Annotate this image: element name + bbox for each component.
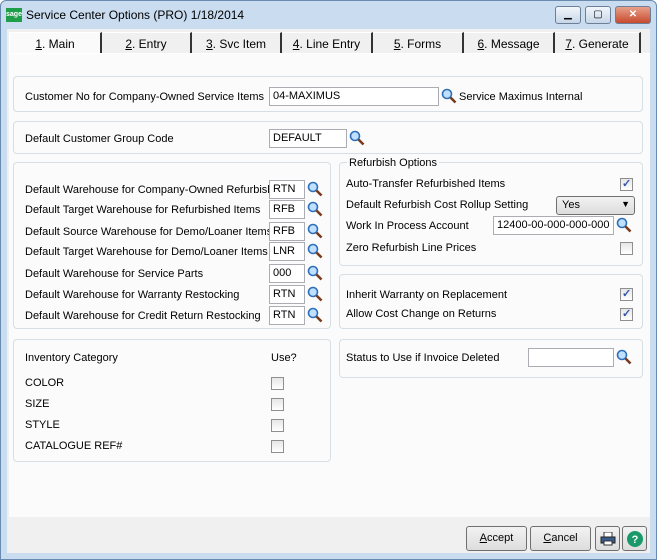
tab-label: . Main: [42, 37, 75, 51]
lookup-warehouse-icon[interactable]: [307, 223, 323, 239]
inventory-use-checkbox[interactable]: [271, 440, 284, 453]
lookup-account-icon[interactable]: [616, 217, 632, 233]
auto-transfer-label: Auto-Transfer Refurbished Items: [346, 178, 506, 190]
inventory-use-checkbox[interactable]: [271, 398, 284, 411]
lookup-group-icon[interactable]: [349, 130, 365, 146]
maximize-button[interactable]: ▢: [585, 6, 611, 24]
client-area: 1. Main2. Entry3. Svc Item Entry4. Line …: [7, 29, 650, 553]
inventory-use-checkbox[interactable]: [271, 419, 284, 432]
tab-label: . Line Entry: [299, 37, 361, 51]
tab-label: . Forms: [400, 37, 442, 51]
warehouse-label: Default Warehouse for Service Parts: [25, 268, 204, 280]
tab-hotkey: 2: [125, 37, 132, 51]
tab-7[interactable]: 7. Generate PO: [555, 32, 641, 73]
group-code-input[interactable]: DEFAULT: [269, 129, 347, 148]
rollup-select[interactable]: Yes ▼: [556, 196, 635, 215]
lookup-warehouse-icon[interactable]: [307, 265, 323, 281]
lookup-warehouse-icon[interactable]: [307, 243, 323, 259]
inventory-item-label: SIZE: [25, 398, 50, 410]
cancel-button[interactable]: Cancel: [530, 526, 591, 551]
window-title: Service Center Options (PRO) 1/18/2014: [26, 8, 245, 22]
auto-transfer-checkbox[interactable]: [620, 177, 633, 191]
inventory-item-label: STYLE: [25, 419, 60, 431]
cancel-label: ancel: [551, 532, 578, 544]
minimize-icon: ▁: [564, 9, 572, 20]
inventory-item-label: CATALOGUE REF#: [25, 440, 123, 452]
tab-label: . Entry: [132, 37, 167, 51]
warehouse-input[interactable]: RTN: [269, 285, 305, 304]
status-input[interactable]: [528, 348, 614, 367]
wip-account-input[interactable]: 12400-00-000-000-000: [493, 216, 614, 235]
tab-4[interactable]: 4. Line Entry: [282, 32, 373, 54]
close-icon: ✕: [628, 9, 638, 20]
lookup-warehouse-icon[interactable]: [307, 181, 323, 197]
tab-1[interactable]: 1. Main: [9, 32, 102, 54]
lookup-customer-icon[interactable]: [441, 88, 457, 104]
cost-change-checkbox[interactable]: [620, 307, 633, 321]
inventory-use-checkbox[interactable]: [271, 377, 284, 390]
warehouse-label: Default Target Warehouse for Refurbished…: [25, 204, 261, 216]
help-icon: ?: [626, 531, 643, 547]
maximize-icon: ▢: [593, 9, 603, 20]
tab-5[interactable]: 5. Forms: [373, 32, 464, 54]
warranty-section: [339, 274, 643, 329]
printer-icon: [600, 531, 615, 546]
warehouse-label: Default Warehouse for Credit Return Rest…: [25, 310, 261, 322]
warehouse-label: Default Source Warehouse for Demo/Loaner…: [25, 226, 273, 238]
zero-prices-checkbox[interactable]: [620, 242, 633, 255]
zero-prices-label: Zero Refurbish Line Prices: [346, 242, 477, 254]
warehouse-input[interactable]: 000: [269, 264, 305, 283]
use-header: Use?: [271, 352, 297, 364]
cost-change-label: Allow Cost Change on Returns: [346, 308, 497, 320]
inherit-warranty-checkbox[interactable]: [620, 287, 633, 301]
tab-2[interactable]: 2. Entry: [102, 32, 192, 54]
title-bar: sage Service Center Options (PRO) 1/18/2…: [1, 1, 656, 29]
minimize-button[interactable]: ▁: [555, 6, 581, 24]
lookup-warehouse-icon[interactable]: [307, 286, 323, 302]
refurbish-legend: Refurbish Options: [347, 157, 440, 169]
customer-label: Customer No for Company-Owned Service It…: [25, 91, 265, 103]
wip-label: Work In Process Account: [346, 220, 469, 232]
lookup-status-icon[interactable]: [616, 349, 632, 365]
rollup-value: Yes: [562, 199, 580, 211]
window: sage Service Center Options (PRO) 1/18/2…: [0, 0, 657, 560]
tab-hotkey: 1: [35, 37, 42, 51]
customer-no-input[interactable]: 04-MAXIMUS: [269, 87, 439, 106]
accept-label: ccept: [487, 532, 514, 544]
tab-hotkey: 3: [205, 37, 213, 51]
accept-hotkey: A: [479, 532, 488, 544]
lookup-warehouse-icon[interactable]: [307, 201, 323, 217]
warehouse-input[interactable]: RFB: [269, 222, 305, 241]
help-button[interactable]: ?: [622, 526, 647, 551]
print-button[interactable]: [595, 526, 620, 551]
tab-3[interactable]: 3. Svc Item Entry: [192, 32, 282, 73]
inventory-header: Inventory Category: [25, 352, 118, 364]
warehouse-label: Default Warehouse for Warranty Restockin…: [25, 289, 240, 301]
tab-hotkey: 7: [565, 37, 572, 51]
warehouse-input[interactable]: LNR: [269, 242, 305, 261]
warehouse-label: Default Warehouse for Company-Owned Refu…: [25, 184, 274, 196]
warehouse-label: Default Target Warehouse for Demo/Loaner…: [25, 246, 268, 258]
sage-logo: sage: [6, 8, 22, 22]
warehouse-input[interactable]: RTN: [269, 306, 305, 325]
tab-6[interactable]: 6. Message: [464, 32, 555, 54]
chevron-down-icon: ▼: [621, 199, 630, 209]
tab-label: . Message: [484, 37, 540, 51]
main-panel: Customer No for Company-Owned Service It…: [9, 53, 650, 517]
svg-text:?: ?: [631, 534, 638, 546]
group-label: Default Customer Group Code: [25, 133, 174, 145]
rollup-label: Default Refurbish Cost Rollup Setting: [346, 199, 529, 211]
warehouse-input[interactable]: RTN: [269, 180, 305, 199]
warehouse-input[interactable]: RFB: [269, 200, 305, 219]
lookup-warehouse-icon[interactable]: [307, 307, 323, 323]
customer-description: Service Maximus Internal: [459, 91, 583, 103]
status-label: Status to Use if Invoice Deleted: [346, 352, 500, 364]
tab-hotkey: 5: [393, 37, 401, 51]
accept-button[interactable]: Accept: [466, 526, 527, 551]
inherit-warranty-label: Inherit Warranty on Replacement: [346, 289, 507, 301]
close-button[interactable]: ✕: [615, 6, 651, 24]
inventory-item-label: COLOR: [25, 377, 65, 389]
